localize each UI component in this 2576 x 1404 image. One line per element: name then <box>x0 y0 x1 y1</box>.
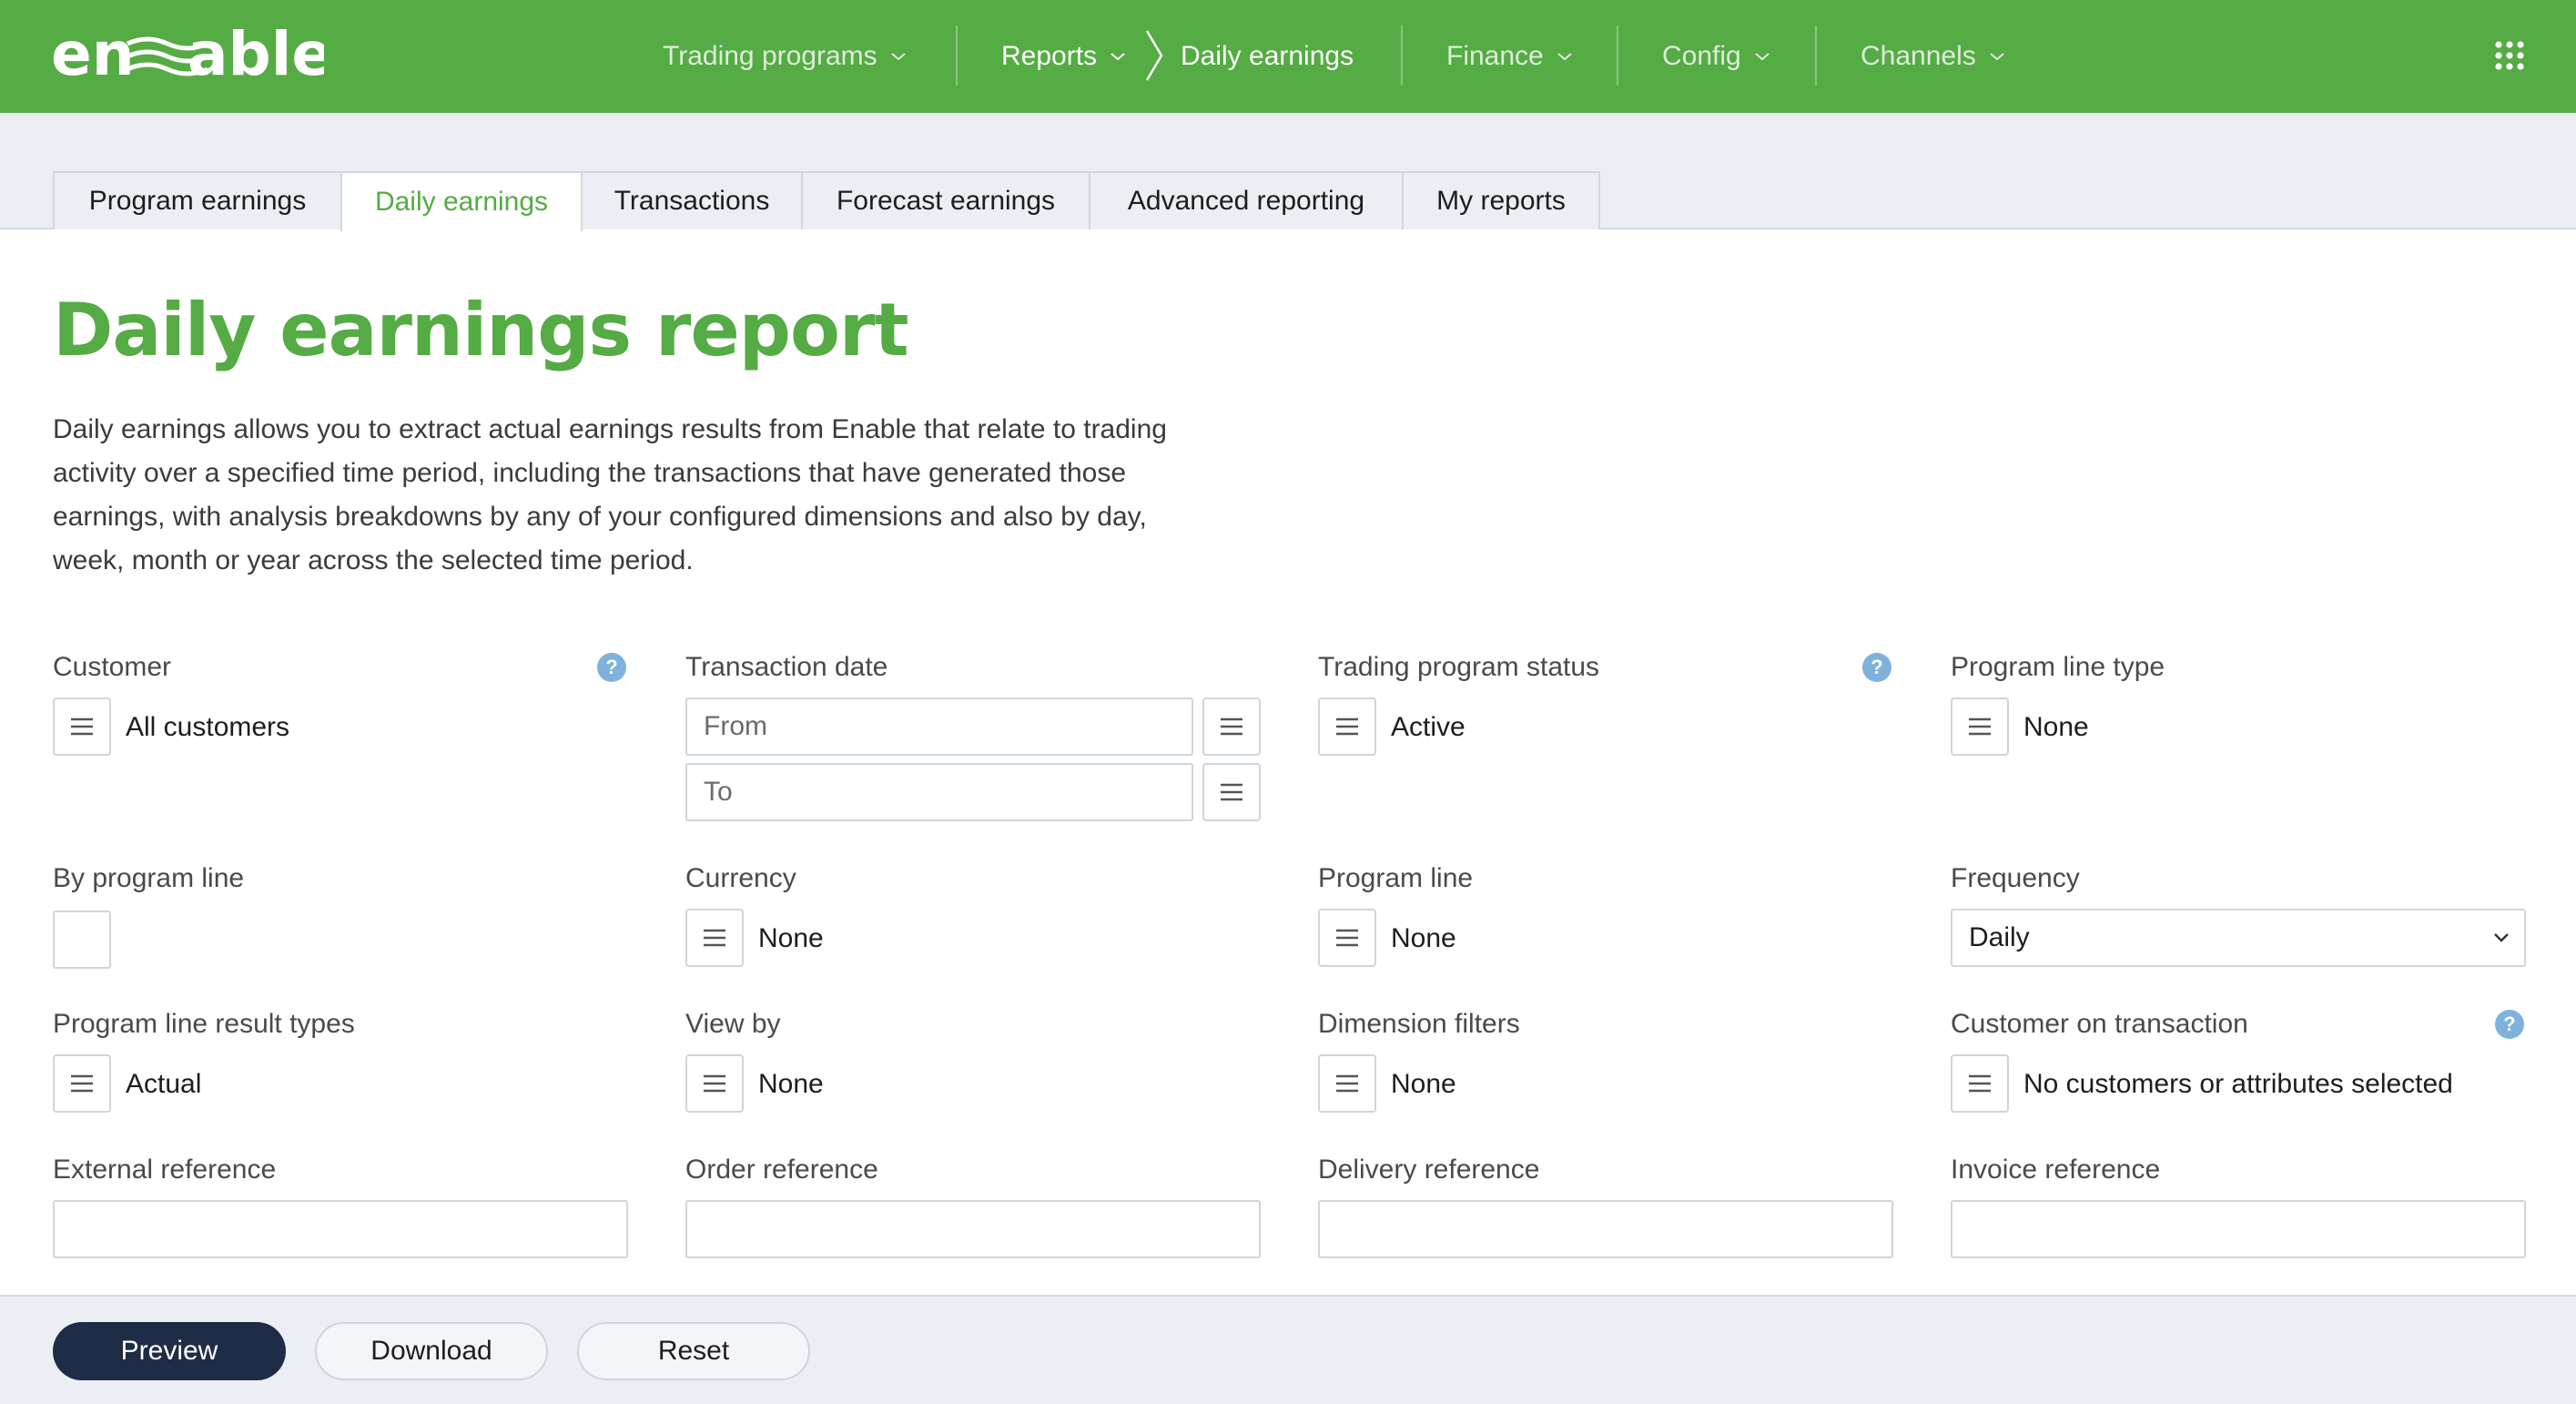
chevron-down-icon <box>1990 53 2004 61</box>
view-by-value: None <box>758 1069 824 1099</box>
delivery-reference-label: Delivery reference <box>1318 1155 1540 1185</box>
by-program-line-checkbox[interactable] <box>53 911 111 969</box>
program-line-result-types-label: Program line result types <box>53 1009 355 1039</box>
tab-program-earnings[interactable]: Program earnings <box>53 171 342 229</box>
trading-program-status-picker-button[interactable] <box>1318 697 1376 756</box>
program-line-label: Program line <box>1318 863 1474 893</box>
order-reference-input[interactable] <box>685 1200 1261 1258</box>
nav-channels-label: Channels <box>1861 41 1976 71</box>
program-line-type-picker-button[interactable] <box>1951 697 2009 756</box>
menu-icon <box>704 929 725 947</box>
menu-icon <box>1969 717 1991 736</box>
transaction-date-from-picker-button[interactable] <box>1202 697 1261 756</box>
view-by-label: View by <box>685 1009 781 1039</box>
transaction-date-to-picker-button[interactable] <box>1202 763 1261 821</box>
program-line-picker-button[interactable] <box>1318 909 1376 967</box>
preview-button[interactable]: Preview <box>53 1322 286 1380</box>
svg-text:en: en <box>51 19 135 89</box>
view-by-picker-button[interactable] <box>685 1054 744 1113</box>
dimension-filters-picker-button[interactable] <box>1318 1054 1376 1113</box>
tab-daily-earnings[interactable]: Daily earnings <box>340 171 583 231</box>
nav-divider <box>1617 25 1618 86</box>
chevron-down-icon <box>2494 933 2509 942</box>
page-description: Daily earnings allows you to extract act… <box>53 414 1167 575</box>
delivery-reference-input[interactable] <box>1318 1200 1893 1258</box>
nav-trading-programs[interactable]: Trading programs <box>663 0 908 113</box>
external-reference-label: External reference <box>53 1155 277 1185</box>
help-icon[interactable]: ? <box>597 653 626 682</box>
download-button[interactable]: Download <box>315 1322 548 1380</box>
nav-reports-label: Reports <box>1001 41 1098 71</box>
tab-transactions[interactable]: Transactions <box>581 171 803 229</box>
menu-icon <box>71 1074 93 1093</box>
nav-trading-programs-label: Trading programs <box>663 41 877 71</box>
nav-config[interactable]: Config <box>1662 0 1772 113</box>
nav-finance[interactable]: Finance <box>1446 0 1575 113</box>
chevron-down-icon <box>891 53 906 61</box>
nav-finance-label: Finance <box>1446 41 1544 71</box>
currency-value: None <box>758 923 824 953</box>
program-line-value: None <box>1391 923 1456 953</box>
page-title: Daily earnings report <box>53 288 909 372</box>
program-line-type-label: Program line type <box>1951 652 2165 682</box>
external-reference-input[interactable] <box>53 1200 628 1258</box>
tab-my-reports[interactable]: My reports <box>1402 171 1600 229</box>
tab-advanced-reporting[interactable]: Advanced reporting <box>1089 171 1404 229</box>
chevron-down-icon <box>1755 53 1770 61</box>
transaction-date-label: Transaction date <box>685 652 888 682</box>
program-line-type-value: None <box>2023 712 2089 742</box>
trading-program-status-value: Active <box>1391 712 1465 742</box>
report-tabs: Program earnings Daily earnings Transact… <box>0 113 2576 231</box>
nav-reports[interactable]: Reports <box>1001 0 1128 113</box>
by-program-line-label: By program line <box>53 863 245 893</box>
customer-picker-button[interactable] <box>53 697 111 756</box>
menu-icon <box>71 717 93 736</box>
menu-icon <box>1221 717 1242 736</box>
nav-channels[interactable]: Channels <box>1861 0 2007 113</box>
menu-icon <box>1221 783 1242 801</box>
top-navigation-bar: en able Trading programs Reports Daily e… <box>0 0 2576 113</box>
reset-button[interactable]: Reset <box>577 1322 810 1380</box>
invoice-reference-label: Invoice reference <box>1951 1155 2161 1185</box>
menu-icon <box>1336 1074 1358 1093</box>
frequency-label: Frequency <box>1951 863 2080 893</box>
program-line-result-types-picker-button[interactable] <box>53 1054 111 1113</box>
help-icon[interactable]: ? <box>2495 1010 2524 1039</box>
dimension-filters-label: Dimension filters <box>1318 1009 1520 1039</box>
menu-icon <box>1336 717 1358 736</box>
nav-divider <box>1815 25 1817 86</box>
currency-label: Currency <box>685 863 796 893</box>
program-line-result-types-value: Actual <box>126 1069 202 1099</box>
svg-text:able: able <box>188 19 324 89</box>
chevron-down-icon <box>1111 53 1125 61</box>
invoice-reference-input[interactable] <box>1951 1200 2526 1258</box>
menu-icon <box>1336 929 1358 947</box>
dimension-filters-value: None <box>1391 1069 1456 1099</box>
currency-picker-button[interactable] <box>685 909 744 967</box>
order-reference-label: Order reference <box>685 1155 878 1185</box>
customer-on-transaction-picker-button[interactable] <box>1951 1054 2009 1113</box>
customer-value: All customers <box>126 712 290 742</box>
customer-on-transaction-label: Customer on transaction <box>1951 1009 2248 1039</box>
help-icon[interactable]: ? <box>1862 653 1891 682</box>
customer-label: Customer <box>53 652 172 682</box>
customer-on-transaction-value: No customers or attributes selected <box>2023 1069 2453 1099</box>
enable-logo[interactable]: en able <box>51 18 324 91</box>
transaction-date-to-input[interactable]: To <box>685 763 1193 821</box>
nav-divider <box>956 25 958 86</box>
nav-current-label: Daily earnings <box>1181 41 1354 71</box>
transaction-date-from-input[interactable]: From <box>685 697 1193 756</box>
grid-icon[interactable] <box>2494 40 2525 71</box>
frequency-select[interactable]: Daily <box>1951 909 2526 967</box>
menu-icon <box>704 1074 725 1093</box>
chevron-down-icon <box>1557 53 1572 61</box>
breadcrumb-arrow-icon <box>1145 30 1163 81</box>
nav-divider <box>1401 25 1403 86</box>
nav-current-page: Daily earnings <box>1181 0 1354 113</box>
menu-icon <box>1969 1074 1991 1093</box>
nav-config-label: Config <box>1662 41 1741 71</box>
tab-forecast-earnings[interactable]: Forecast earnings <box>801 171 1090 229</box>
trading-program-status-label: Trading program status <box>1318 652 1600 682</box>
frequency-selected-value: Daily <box>1969 922 2030 952</box>
